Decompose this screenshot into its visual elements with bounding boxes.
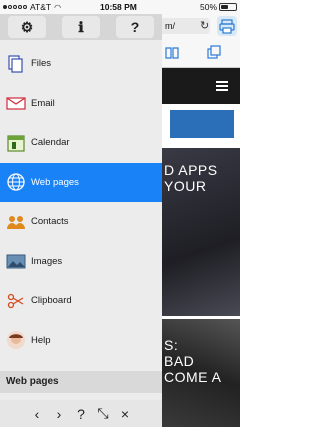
battery-percent: 50% [199, 2, 217, 12]
clock: 10:58 PM [100, 2, 137, 12]
menu-item-label: Email [31, 97, 55, 109]
background-browser: m/ ↻ D APPS YOUR S: BAD COME A [162, 14, 240, 427]
menu-item-label: Calendar [31, 137, 70, 149]
files-icon [6, 54, 26, 74]
menu-item-label: Web pages [31, 176, 79, 188]
browser-toolbar [162, 38, 240, 68]
carrier-label: AT&T [30, 2, 52, 12]
menu-item-files[interactable]: Files [0, 44, 162, 84]
battery-icon [219, 3, 237, 11]
menu-item-contacts[interactable]: Contacts [0, 202, 162, 242]
battery-fill [221, 5, 228, 9]
close-icon[interactable]: × [114, 403, 136, 425]
email-icon [6, 93, 26, 113]
info-button[interactable]: ℹ [62, 16, 100, 38]
url-bar: m/ ↻ [162, 14, 240, 38]
menu-item-label: Images [31, 255, 63, 267]
help-button[interactable]: ? [116, 16, 154, 38]
menu-items: Files Email Calendar Web pages Contacts … [0, 44, 162, 360]
menu-item-label: Contacts [31, 216, 69, 228]
reload-icon[interactable]: ↻ [200, 19, 209, 32]
ad-banner[interactable] [162, 104, 240, 144]
tabs-icon[interactable] [207, 45, 221, 64]
menu-item-images[interactable]: Images [0, 242, 162, 282]
menu-item-label: Files [31, 58, 52, 70]
globe-icon [6, 172, 26, 192]
print-icon[interactable] [217, 16, 237, 36]
collapse-icon[interactable]: ⤡ [92, 403, 114, 425]
images-icon [6, 251, 26, 271]
hero-article-2[interactable]: S: BAD COME A [162, 319, 240, 427]
menu-item-clipboard[interactable]: Clipboard [0, 281, 162, 321]
back-icon[interactable]: ‹ [26, 403, 48, 425]
menu-item-email[interactable]: Email [0, 84, 162, 124]
site-header [162, 68, 240, 104]
bookmarks-icon[interactable] [165, 46, 179, 64]
contacts-icon [6, 212, 26, 232]
menu-item-web-pages[interactable]: Web pages [0, 162, 162, 202]
help-icon: ? [130, 19, 140, 35]
signal-icon [3, 5, 27, 9]
section-title: Web pages [0, 371, 162, 393]
menu-item-label: Clipboard [31, 295, 72, 307]
status-bar: AT&T ◠ 10:58 PM 50% [0, 0, 240, 14]
menu-item-calendar[interactable]: Calendar [0, 123, 162, 163]
hero-article-1[interactable]: D APPS YOUR [162, 148, 240, 316]
info-icon: ℹ [78, 18, 84, 35]
calendar-icon [6, 133, 26, 153]
menu-item-help[interactable]: Help [0, 321, 162, 361]
wifi-icon: ◠ [54, 2, 62, 12]
forward-icon[interactable]: › [48, 403, 70, 425]
help-avatar-icon [6, 330, 26, 350]
clipboard-icon [6, 291, 26, 311]
settings-button[interactable]: ⚙ [8, 16, 46, 38]
menu-top-bar: ⚙ ℹ ? [0, 14, 162, 40]
menu-bottom-bar: ‹ › ? ⤡ × [0, 400, 162, 427]
side-menu: ⚙ ℹ ? Files Email Calendar Web pages Con… [0, 14, 162, 427]
menu-item-label: Help [31, 334, 51, 346]
gear-icon: ⚙ [20, 18, 34, 35]
hamburger-icon[interactable] [216, 81, 228, 93]
help-icon[interactable]: ? [70, 403, 92, 425]
